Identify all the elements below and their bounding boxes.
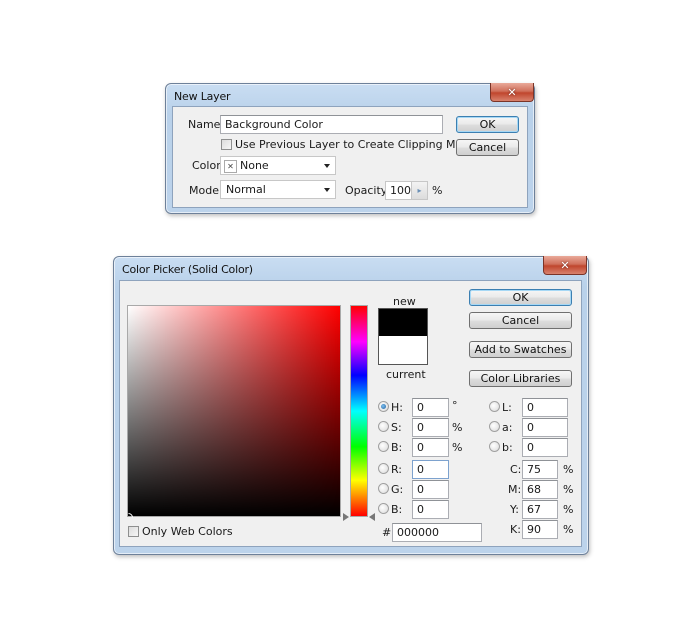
black-label: K: [510,523,521,536]
new-color-swatch [378,308,428,336]
magenta-unit: % [563,483,574,496]
lab-b-input[interactable]: 0 [522,438,568,457]
lab-b-radio[interactable] [489,441,500,452]
magenta-label: M: [508,483,522,496]
mode-label: Mode: [189,184,223,197]
mode-select[interactable]: Normal [220,180,336,199]
opacity-unit: % [432,184,443,197]
new-color-label: new [393,295,416,308]
only-web-colors-checkbox[interactable] [128,526,139,537]
lab-l-input[interactable]: 0 [522,398,568,417]
chevron-down-icon [324,164,330,168]
color-select-value: None [240,159,269,172]
lab-l-radio[interactable] [489,401,500,412]
close-icon: ✕ [507,85,517,99]
color-picker-close-button[interactable]: ✕ [543,256,587,275]
green-radio[interactable] [378,483,389,494]
cyan-unit: % [563,463,574,476]
only-web-colors-label: Only Web Colors [142,525,233,538]
hue-slider-right-handle[interactable] [369,513,375,521]
mode-select-value: Normal [226,183,266,196]
layer-name-input[interactable]: Background Color [220,115,443,134]
add-to-swatches-button[interactable]: Add to Swatches [469,341,572,358]
chevron-down-icon [324,188,330,192]
current-color-swatch[interactable] [378,336,428,365]
new-layer-cancel-button[interactable]: Cancel [456,139,519,156]
color-picker-dialog-title: Color Picker (Solid Color) [122,263,253,276]
hue-label: H: [391,401,403,414]
red-input[interactable]: 0 [412,460,449,479]
black-unit: % [563,523,574,536]
clipping-mask-checkbox[interactable] [221,139,232,150]
hue-unit: ° [452,399,458,412]
green-input[interactable]: 0 [412,480,449,499]
brightness-radio[interactable] [378,441,389,452]
brightness-input[interactable]: 0 [412,438,449,457]
hue-input[interactable]: 0 [412,398,449,417]
new-layer-close-button[interactable]: ✕ [490,83,534,102]
clipping-mask-label: Use Previous Layer to Create Clipping Ma… [235,138,475,151]
x-icon: ✕ [224,159,237,173]
opacity-input[interactable]: 100 [385,181,412,200]
hue-slider[interactable] [350,305,368,517]
lab-a-label: a: [502,421,513,434]
saturation-brightness-field[interactable] [127,305,341,517]
hex-input[interactable]: 000000 [392,523,482,542]
opacity-stepper-button[interactable]: ▸ [411,181,428,200]
hue-slider-left-handle[interactable] [343,513,349,521]
blue-radio[interactable] [378,503,389,514]
saturation-unit: % [452,421,463,434]
opacity-label: Opacity: [345,184,391,197]
lab-b-label: b: [502,441,513,454]
magenta-input[interactable]: 68 [522,480,558,499]
new-layer-ok-button[interactable]: OK [456,116,519,133]
brightness-unit: % [452,441,463,454]
hue-radio[interactable] [378,401,389,412]
red-label: R: [391,463,403,476]
current-color-label: current [386,368,426,381]
hex-label: # [382,526,392,539]
color-select[interactable]: ✕ None [220,156,336,175]
lab-l-label: L: [502,401,512,414]
black-input[interactable]: 90 [522,520,558,539]
yellow-label: Y: [510,503,519,516]
saturation-radio[interactable] [378,421,389,432]
color-picker-cancel-button[interactable]: Cancel [469,312,572,329]
yellow-unit: % [563,503,574,516]
brightness-label: B: [391,441,403,454]
lab-a-radio[interactable] [489,421,500,432]
saturation-label: S: [391,421,402,434]
blue-label: B: [391,503,403,516]
blue-input[interactable]: 0 [412,500,449,519]
saturation-input[interactable]: 0 [412,418,449,437]
yellow-input[interactable]: 67 [522,500,558,519]
red-radio[interactable] [378,463,389,474]
green-label: G: [391,483,404,496]
new-layer-dialog-title: New Layer [174,90,231,103]
lab-a-input[interactable]: 0 [522,418,568,437]
cyan-input[interactable]: 75 [522,460,558,479]
close-icon: ✕ [560,258,570,272]
play-arrow-icon: ▸ [417,186,422,195]
cyan-label: C: [510,463,522,476]
color-picker-ok-button[interactable]: OK [469,289,572,306]
color-libraries-button[interactable]: Color Libraries [469,370,572,387]
name-label: Name: [188,118,225,131]
